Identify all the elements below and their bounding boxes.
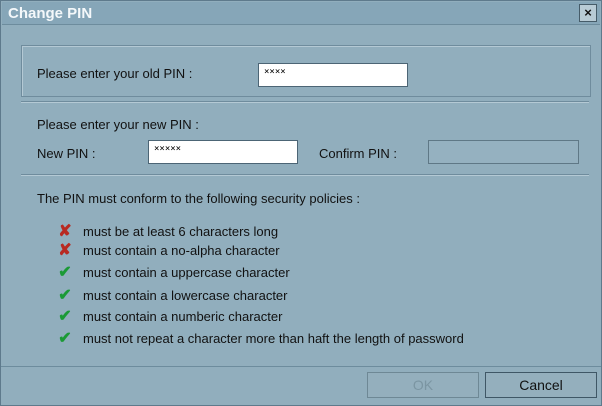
policy-item-non-alpha: ✘ must contain a no-alpha character [56,241,280,259]
window-title: Change PIN [8,5,93,22]
change-pin-dialog: Change PIN × Please enter your old PIN :… [0,0,602,406]
check-icon: ✔ [58,264,72,281]
new-pin-section-label: Please enter your new PIN : [37,117,199,132]
cancel-button[interactable]: Cancel [485,372,597,398]
policies-heading: The PIN must conform to the following se… [37,191,360,206]
close-icon[interactable]: × [579,4,597,22]
policy-text: must not repeat a character more than ha… [83,330,464,346]
confirm-pin-label: Confirm PIN : [319,146,398,161]
check-icon: ✔ [58,330,72,347]
policy-item-uppercase: ✔ must contain a uppercase character [56,263,290,281]
new-pin-input[interactable]: ××××× [148,140,298,164]
title-bar: Change PIN × [2,2,600,25]
policy-item-min-length: ✘ must be at least 6 characters long [56,222,278,240]
ok-button[interactable]: OK [367,372,479,398]
old-pin-input[interactable]: ×××× [258,63,408,87]
cross-icon: ✘ [58,223,72,240]
new-pin-label: New PIN : [37,146,96,161]
old-pin-label: Please enter your old PIN : [37,66,193,81]
policy-text: must be at least 6 characters long [83,223,279,239]
policy-text: must contain a uppercase character [83,264,290,280]
policy-item-lowercase: ✔ must contain a lowercase character [56,286,287,304]
confirm-pin-input[interactable] [428,140,579,164]
policy-text: must contain a numberic character [83,308,283,324]
cross-icon: ✘ [58,242,72,259]
separator-bottom [21,174,589,176]
check-icon: ✔ [58,287,72,304]
policy-text: must contain a no-alpha character [83,242,280,258]
separator-top [21,101,589,103]
check-icon: ✔ [58,308,72,325]
policy-item-numeric: ✔ must contain a numberic character [56,307,282,325]
policy-text: must contain a lowercase character [83,287,288,303]
policy-item-no-repeat: ✔ must not repeat a character more than … [56,329,464,347]
